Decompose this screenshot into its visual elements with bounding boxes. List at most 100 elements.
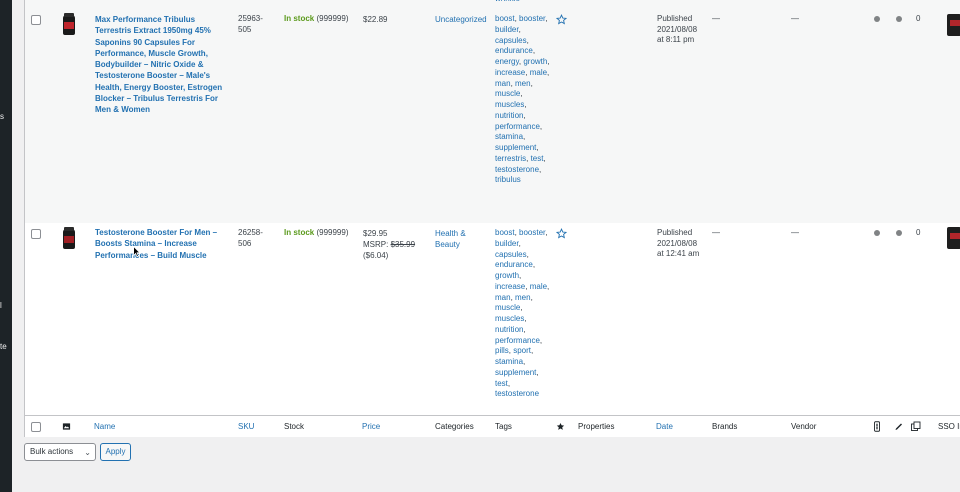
featured-star-icon[interactable] — [556, 228, 567, 239]
column-brands: Brands — [712, 422, 738, 431]
partial-tag-link[interactable]: wrinkle — [495, 0, 520, 4]
price-value: $29.95 — [363, 229, 388, 238]
tag-link[interactable]: male — [530, 282, 547, 291]
bulk-actions-select[interactable]: Bulk actions ⌄ — [24, 443, 96, 461]
tag-link[interactable]: man — [495, 79, 511, 88]
category-link[interactable]: Uncategorized — [435, 14, 487, 25]
tag-separator: , — [536, 143, 539, 152]
tag-link[interactable]: capsules — [495, 36, 527, 45]
product-thumbnail[interactable] — [947, 14, 960, 36]
tag-link[interactable]: stamina — [495, 357, 523, 366]
tag-link[interactable]: muscles — [495, 314, 524, 323]
sidebar-label-fragment[interactable]: s — [0, 112, 4, 122]
tag-link[interactable]: stamina — [495, 132, 523, 141]
tag-link[interactable]: endurance — [495, 260, 533, 269]
status-dot-icon — [896, 16, 902, 22]
tag-separator: , — [545, 228, 548, 237]
column-sso: SSO In — [938, 422, 960, 431]
tag-link[interactable]: men — [515, 79, 531, 88]
pen-icon[interactable] — [894, 421, 904, 432]
tag-link[interactable]: builder — [495, 239, 519, 248]
tag-link[interactable]: nutrition — [495, 325, 523, 334]
cost-icon[interactable] — [872, 421, 882, 432]
tag-link[interactable]: man — [495, 293, 511, 302]
publish-date: Published 2021/08/08 at 12:41 am — [657, 228, 717, 260]
tag-link[interactable]: boost — [495, 228, 515, 237]
select-all-checkbox[interactable] — [31, 422, 41, 432]
tag-separator: , — [520, 303, 523, 313]
column-date[interactable]: Date — [656, 422, 673, 432]
tag-link[interactable]: increase — [495, 282, 525, 291]
tag-link[interactable]: tribulus — [495, 175, 521, 184]
copy-icon[interactable] — [910, 421, 922, 432]
sidebar-label-fragment[interactable]: te — [0, 342, 7, 352]
tag-link[interactable]: sport — [513, 346, 531, 355]
time-value: at 12:41 am — [657, 249, 700, 258]
status-dot-icon — [874, 16, 880, 22]
product-name-link[interactable]: Max Performance Tribulus Terrestris Extr… — [95, 14, 225, 116]
tag-link[interactable]: increase — [495, 68, 525, 77]
tag-link[interactable]: growth — [495, 271, 519, 280]
tag-link[interactable]: booster — [519, 228, 545, 237]
column-stock: Stock — [284, 422, 305, 431]
tags-list: boost, booster, builder, capsules, endur… — [495, 228, 553, 400]
tag-link[interactable]: test — [495, 379, 508, 388]
tag-link[interactable]: testosterone — [495, 389, 539, 398]
tag-separator: , — [547, 281, 550, 291]
column-name[interactable]: Name — [94, 422, 115, 432]
row-checkbox[interactable] — [31, 229, 41, 239]
tag-link[interactable]: capsules — [495, 250, 527, 259]
tags-list: boost, booster, builder, capsules, endur… — [495, 14, 553, 186]
tag-link[interactable]: male — [530, 68, 547, 77]
row-checkbox[interactable] — [31, 15, 41, 25]
column-tags: Tags — [495, 422, 512, 431]
tag-link[interactable]: boost — [495, 14, 515, 23]
tag-link[interactable]: booster — [519, 14, 545, 23]
tag-link[interactable]: supplement — [495, 368, 536, 377]
tag-separator: , — [523, 110, 526, 120]
tag-link[interactable]: endurance — [495, 46, 533, 55]
apply-button[interactable]: Apply — [100, 443, 131, 461]
msrp-label: MSRP: — [363, 240, 389, 249]
tag-separator: , — [547, 57, 550, 66]
sidebar-label-fragment[interactable]: l — [0, 301, 2, 311]
vendor-value: — — [791, 14, 799, 23]
tag-separator: , — [526, 35, 529, 45]
products-table: wrinkle Max Performance Tribulus Terrest… — [24, 0, 960, 437]
product-thumbnail[interactable] — [59, 13, 77, 37]
tag-link[interactable]: nutrition — [495, 111, 523, 120]
tag-link[interactable]: testosterone — [495, 165, 539, 174]
product-thumbnail[interactable] — [59, 227, 77, 251]
tag-link[interactable]: muscles — [495, 100, 524, 109]
category-link[interactable]: Health & Beauty — [435, 228, 485, 250]
column-price[interactable]: Price — [362, 422, 380, 432]
table-row: wrinkle Max Performance Tribulus Terrest… — [25, 0, 960, 223]
in-stock-label: In stock — [284, 14, 315, 23]
brands-value: — — [712, 14, 720, 23]
count-value: 0 — [916, 228, 921, 237]
tag-link[interactable]: pills — [495, 346, 509, 355]
tag-link[interactable]: muscle — [495, 89, 520, 98]
msrp-line: MSRP: $35.99 — [363, 239, 425, 250]
tag-link[interactable]: men — [515, 293, 531, 302]
stock-quantity: (999999) — [316, 14, 349, 23]
tag-separator: , — [539, 164, 542, 174]
tag-link[interactable]: terrestris — [495, 154, 526, 163]
tag-link[interactable]: performance — [495, 336, 540, 345]
product-thumbnail[interactable] — [947, 227, 960, 249]
featured-star-icon[interactable] — [556, 421, 565, 432]
tag-link[interactable]: energy — [495, 57, 519, 66]
tag-link[interactable]: builder — [495, 25, 519, 34]
tag-link[interactable]: muscle — [495, 303, 520, 312]
tag-link[interactable]: test — [531, 154, 544, 163]
featured-star-icon[interactable] — [556, 14, 567, 25]
tag-link[interactable]: growth — [523, 57, 547, 66]
tag-link[interactable]: supplement — [495, 143, 536, 152]
stock-quantity: (999999) — [316, 228, 349, 237]
column-sku[interactable]: SKU — [238, 422, 254, 432]
date-status: Published — [657, 14, 693, 23]
column-vendor: Vendor — [791, 422, 817, 431]
tag-link[interactable]: performance — [495, 122, 540, 131]
tag-separator: , — [539, 335, 543, 345]
product-name-link[interactable]: Testosterone Booster For Men – Boosts St… — [95, 227, 225, 261]
